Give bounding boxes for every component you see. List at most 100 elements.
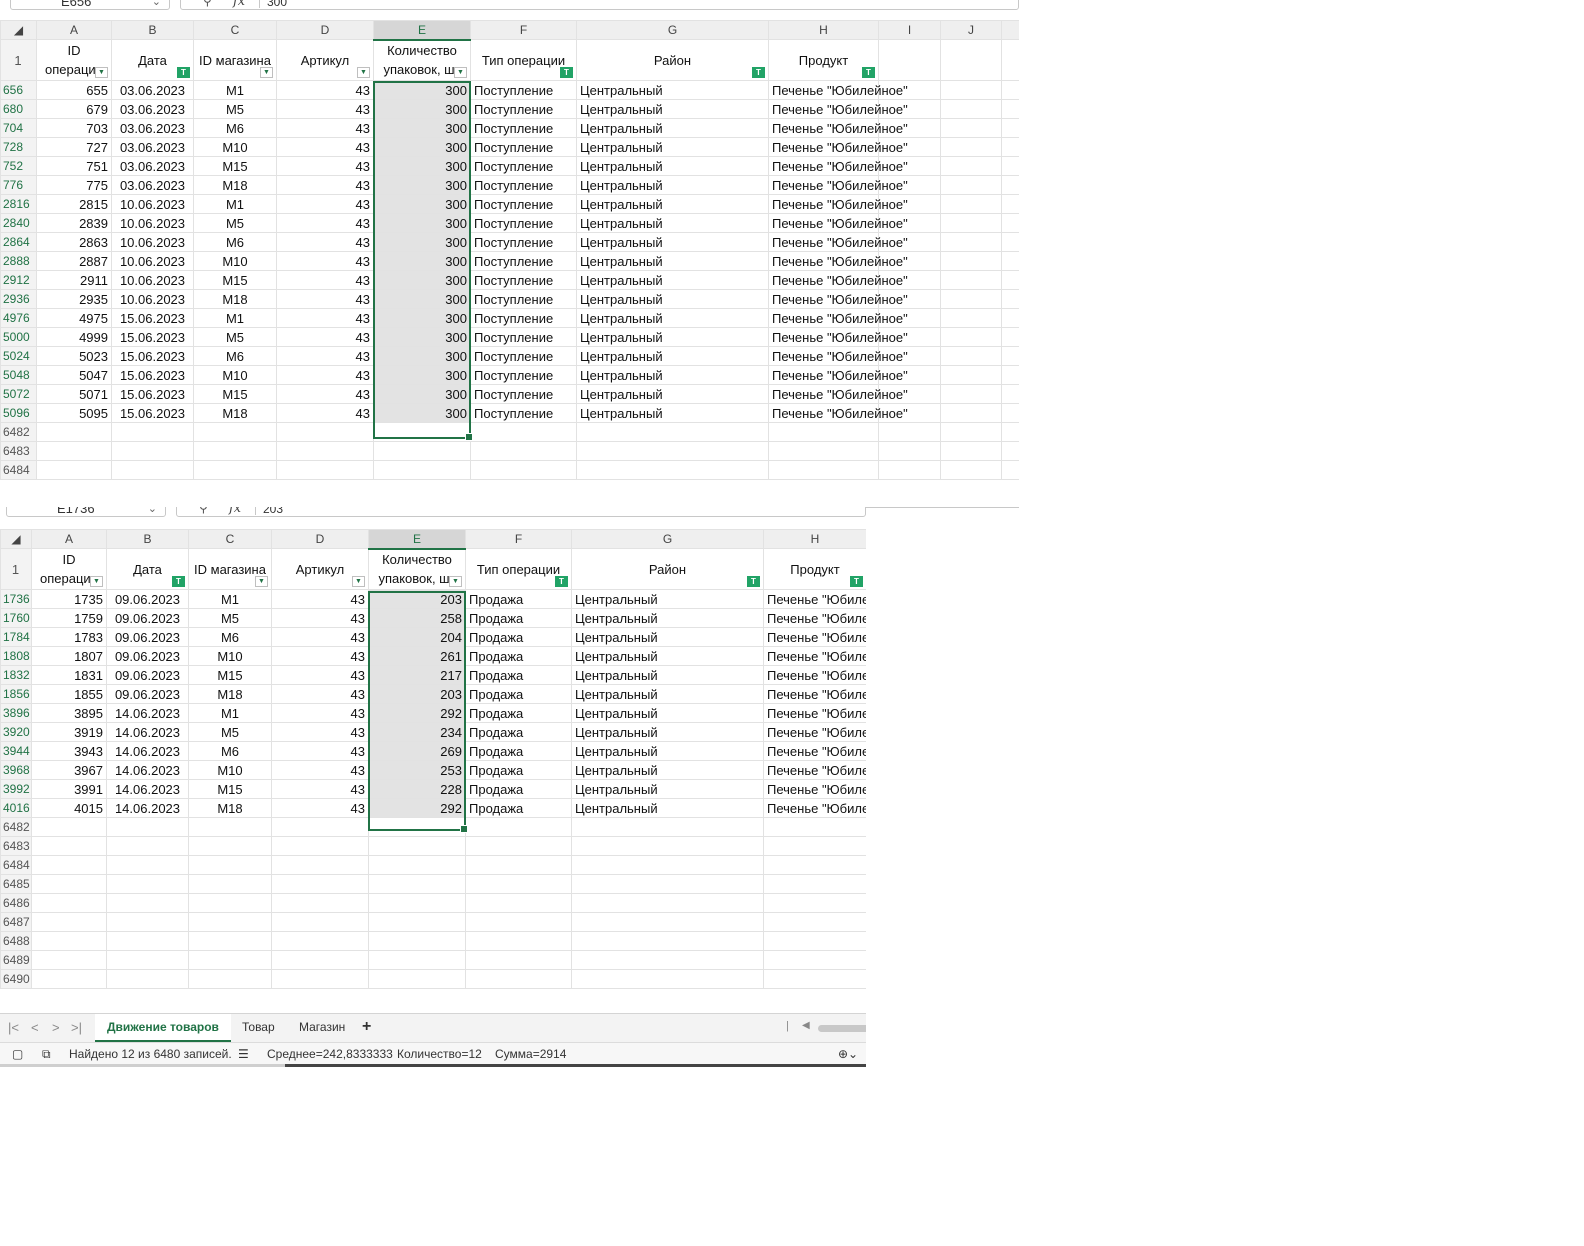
cell-article[interactable]: 43 bbox=[271, 627, 369, 647]
empty-cell[interactable] bbox=[763, 817, 866, 837]
empty-cell[interactable] bbox=[940, 441, 1002, 461]
empty-cell[interactable] bbox=[465, 855, 572, 875]
cell-date[interactable]: 09.06.2023 bbox=[106, 684, 189, 704]
empty-cell[interactable] bbox=[571, 855, 764, 875]
fx-icon[interactable]: fx bbox=[233, 0, 245, 11]
header-cell[interactable]: Количество упаковок, шт ▼ bbox=[373, 39, 471, 81]
cell-quantity[interactable]: 269 bbox=[368, 741, 466, 761]
window-scroll-thumb[interactable] bbox=[285, 1064, 866, 1067]
cell-article[interactable]: 43 bbox=[276, 118, 374, 138]
empty-cell[interactable] bbox=[188, 836, 272, 856]
cell-store-id[interactable]: М5 bbox=[193, 99, 277, 119]
cell-product[interactable]: Печенье "Юбиле bbox=[763, 798, 866, 818]
cell-store-id[interactable]: М10 bbox=[188, 646, 272, 666]
empty-cell[interactable] bbox=[470, 441, 577, 461]
cell-article[interactable]: 43 bbox=[276, 99, 374, 119]
cell-district[interactable]: Центральный bbox=[576, 403, 769, 423]
cell-operation-id[interactable]: 5071 bbox=[36, 384, 112, 404]
cell-operation-id[interactable]: 1735 bbox=[31, 589, 107, 609]
cell-date[interactable]: 03.06.2023 bbox=[111, 118, 194, 138]
empty-cell[interactable] bbox=[31, 817, 107, 837]
cell-operation-id[interactable]: 2815 bbox=[36, 194, 112, 214]
cell-store-id[interactable]: М6 bbox=[193, 118, 277, 138]
cell-operation-id[interactable]: 2935 bbox=[36, 289, 112, 309]
column-header-e[interactable]: E bbox=[368, 529, 466, 550]
row-number[interactable]: 6488 bbox=[0, 931, 32, 951]
empty-cell[interactable] bbox=[940, 118, 1002, 138]
row-number[interactable]: 3920 bbox=[0, 722, 32, 742]
cell-date[interactable]: 15.06.2023 bbox=[111, 346, 194, 366]
cell-district[interactable]: Центральный bbox=[576, 270, 769, 290]
column-header-a[interactable]: A bbox=[36, 20, 112, 40]
empty-cell[interactable] bbox=[106, 912, 189, 932]
cell-product[interactable]: Печенье "Юбиле bbox=[763, 703, 866, 723]
column-header-g[interactable]: G bbox=[571, 529, 764, 549]
empty-cell[interactable] bbox=[465, 912, 572, 932]
cell-product[interactable]: Печенье "Юбилейное" bbox=[768, 365, 908, 385]
cell-store-id[interactable]: М15 bbox=[188, 779, 272, 799]
cell-quantity[interactable]: 300 bbox=[373, 137, 471, 157]
empty-cell[interactable] bbox=[763, 969, 866, 989]
cell-district[interactable]: Центральный bbox=[576, 194, 769, 214]
empty-cell[interactable] bbox=[1001, 99, 1019, 119]
search-icon[interactable]: ⚲ bbox=[199, 507, 208, 517]
chevron-down-icon[interactable]: ⌄ bbox=[152, 0, 161, 11]
row-number[interactable]: 2864 bbox=[0, 232, 37, 252]
cell-article[interactable]: 43 bbox=[276, 308, 374, 328]
view-options-icon[interactable]: ⊕⌄ bbox=[838, 1043, 858, 1065]
cell-quantity[interactable]: 300 bbox=[373, 403, 471, 423]
cell-district[interactable]: Центральный bbox=[576, 289, 769, 309]
empty-cell[interactable] bbox=[111, 422, 194, 442]
cell-store-id[interactable]: М5 bbox=[193, 327, 277, 347]
cell-quantity[interactable]: 300 bbox=[373, 213, 471, 233]
row-number[interactable]: 6487 bbox=[0, 912, 32, 932]
cell-article[interactable]: 43 bbox=[271, 684, 369, 704]
chevron-down-icon[interactable]: ⌄ bbox=[148, 507, 157, 518]
cell-district[interactable]: Центральный bbox=[571, 646, 764, 666]
cell-operation-type[interactable]: Продажа bbox=[465, 627, 572, 647]
name-box[interactable]: E1736 ⌄ bbox=[6, 507, 166, 517]
empty-cell[interactable] bbox=[878, 39, 941, 81]
cell-quantity[interactable]: 300 bbox=[373, 308, 471, 328]
empty-cell[interactable] bbox=[940, 308, 1002, 328]
column-header-d[interactable]: D bbox=[271, 529, 369, 549]
filter-dropdown-icon[interactable]: ▼ bbox=[352, 576, 365, 587]
cell-operation-type[interactable]: Продажа bbox=[465, 665, 572, 685]
cell-article[interactable]: 43 bbox=[271, 608, 369, 628]
cell-district[interactable]: Центральный bbox=[576, 118, 769, 138]
cell-article[interactable]: 43 bbox=[276, 384, 374, 404]
empty-cell[interactable] bbox=[940, 80, 1002, 100]
filter-dropdown-icon[interactable]: ▼ bbox=[95, 67, 108, 78]
cell-date[interactable]: 15.06.2023 bbox=[111, 308, 194, 328]
empty-cell[interactable] bbox=[36, 422, 112, 442]
empty-cell[interactable] bbox=[576, 422, 769, 442]
empty-cell[interactable] bbox=[1001, 460, 1019, 480]
cell-date[interactable]: 14.06.2023 bbox=[106, 722, 189, 742]
empty-cell[interactable] bbox=[368, 950, 466, 970]
empty-cell[interactable] bbox=[940, 137, 1002, 157]
empty-cell[interactable] bbox=[188, 950, 272, 970]
empty-cell[interactable] bbox=[571, 874, 764, 894]
column-header-d[interactable]: D bbox=[276, 20, 374, 40]
empty-cell[interactable] bbox=[465, 950, 572, 970]
cell-date[interactable]: 03.06.2023 bbox=[111, 156, 194, 176]
empty-cell[interactable] bbox=[940, 251, 1002, 271]
cell-quantity[interactable]: 300 bbox=[373, 384, 471, 404]
search-icon[interactable]: ⚲ bbox=[203, 0, 212, 10]
empty-cell[interactable] bbox=[276, 422, 374, 442]
cell-quantity[interactable]: 234 bbox=[368, 722, 466, 742]
empty-cell[interactable] bbox=[1001, 118, 1019, 138]
cell-product[interactable]: Печенье "Юбилейное" bbox=[768, 403, 908, 423]
column-header-f[interactable]: F bbox=[470, 20, 577, 40]
cell-date[interactable]: 10.06.2023 bbox=[111, 213, 194, 233]
empty-cell[interactable] bbox=[193, 460, 277, 480]
cell-store-id[interactable]: М1 bbox=[188, 589, 272, 609]
filter-active-icon[interactable]: T bbox=[752, 67, 765, 78]
cell-quantity[interactable]: 300 bbox=[373, 194, 471, 214]
row-number[interactable]: 6485 bbox=[0, 874, 32, 894]
empty-cell[interactable] bbox=[470, 422, 577, 442]
cell-operation-id[interactable]: 3991 bbox=[31, 779, 107, 799]
filter-active-icon[interactable]: T bbox=[862, 67, 875, 78]
sheet-grid[interactable]: ◢ A B C D E F G H 1 ID операции ▼ Дата T ID магазина ▼… bbox=[0, 529, 866, 989]
cell-district[interactable]: Центральный bbox=[576, 365, 769, 385]
